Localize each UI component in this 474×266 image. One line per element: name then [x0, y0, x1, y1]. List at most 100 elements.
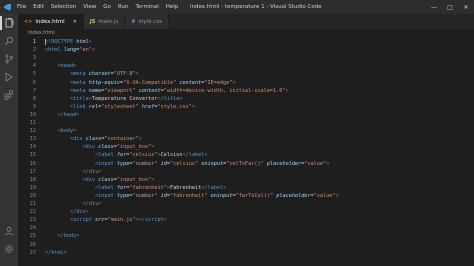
account-icon[interactable]	[4, 226, 14, 236]
code-line[interactable]: 6 <meta http-equiv="X-UA-Compatible" con…	[18, 79, 474, 87]
line-number: 15	[29, 152, 36, 159]
breadcrumb-file[interactable]: index.html	[28, 30, 55, 36]
menu-edit[interactable]: Edit	[33, 4, 44, 10]
line-number: 20	[29, 192, 36, 199]
code-line[interactable]: 5 <meta charset="UTF-8">	[18, 70, 474, 78]
code-line[interactable]: 13 <div class="container">	[18, 135, 474, 143]
menu-file[interactable]: File	[17, 4, 26, 10]
code-text: <script src="main.js"></script>	[45, 216, 167, 224]
code-text: </div>	[45, 168, 101, 176]
window-title: index.html - temperature 1 - Visual Stud…	[190, 4, 322, 10]
code-line[interactable]: 22 </div>	[18, 208, 474, 216]
menu-go[interactable]: Go	[103, 4, 111, 10]
code-token: >	[91, 47, 95, 54]
code-line[interactable]: 17 </div>	[18, 168, 474, 176]
search-icon[interactable]	[4, 36, 14, 46]
line-number: 4	[32, 63, 36, 70]
code-line[interactable]: 19 <label for="fahrenheit">Fahrenheit</l…	[18, 184, 474, 192]
code-token: body	[63, 233, 77, 240]
code-text: <div class="container">	[45, 135, 142, 143]
code-line[interactable]: 10 </head>	[18, 111, 474, 119]
close-icon[interactable]: ✕	[73, 19, 77, 25]
menu-run[interactable]: Run	[118, 4, 129, 10]
code-text: <link rel="stylesheet" href="style.css">	[45, 103, 195, 111]
breadcrumb[interactable]: index.html	[18, 29, 55, 37]
code-line[interactable]: 4 <head>	[18, 62, 474, 70]
code-token: Temperature Convertor	[91, 95, 158, 102]
minimize-button[interactable]: —	[426, 0, 442, 14]
code-token: >	[98, 201, 102, 207]
code-line[interactable]: 18 <div class="input_box">	[18, 176, 474, 184]
line-number: 10	[29, 111, 36, 118]
tab-index-html[interactable]: <> index.html ✕	[18, 14, 84, 29]
tab-style-css[interactable]: # style.css	[125, 14, 170, 29]
run-debug-icon[interactable]	[4, 72, 14, 82]
code-text: <head>	[45, 62, 77, 70]
code-token: "value"	[304, 160, 327, 167]
line-number: 16	[29, 160, 36, 167]
settings-icon[interactable]	[4, 244, 14, 254]
code-line[interactable]: 1 <!DOCTYPE html>	[18, 38, 474, 46]
code-line[interactable]: 2 <html lang="en">	[18, 46, 474, 54]
code-line[interactable]: 26	[18, 241, 474, 249]
code-line[interactable]: 7 <meta name="viewport" content="width=d…	[18, 87, 474, 95]
code-line[interactable]: 9 <link rel="stylesheet" href="style.css…	[18, 103, 474, 111]
code-text: <label for="celsius">Celsius</label>	[45, 151, 207, 159]
close-window-button[interactable]: ✕	[458, 0, 474, 14]
menu-terminal[interactable]: Terminal	[135, 4, 158, 10]
code-token: "main.js"	[107, 217, 136, 224]
code-editor[interactable]: 1 <!DOCTYPE html> 2 <html lang="en"> 3 4 <hea…	[18, 38, 474, 266]
menu-help[interactable]: Help	[166, 4, 179, 10]
code-token: "celsius"	[129, 152, 158, 159]
code-line[interactable]: 20 <input type="number" id="fahrenheit" …	[18, 192, 474, 200]
code-line[interactable]: 21 </div>	[18, 200, 474, 208]
code-token: >	[191, 103, 195, 110]
code-token: div	[76, 209, 86, 216]
code-token: "celToFar()"	[226, 160, 264, 167]
menu-view[interactable]: View	[83, 4, 96, 10]
code-token: for	[116, 152, 127, 159]
extensions-icon[interactable]	[4, 90, 14, 100]
line-number: 25	[29, 233, 36, 240]
html-file-icon: <>	[24, 18, 33, 25]
code-token: title	[73, 95, 89, 102]
code-line[interactable]: 12 <body>	[18, 127, 474, 135]
code-line[interactable]: 11	[18, 119, 474, 127]
code-line[interactable]: 24	[18, 224, 474, 232]
code-token: src	[95, 217, 105, 224]
source-control-icon[interactable]	[4, 54, 14, 64]
line-number: 24	[29, 225, 36, 232]
code-token: input	[98, 160, 114, 167]
js-file-icon: JS	[89, 18, 96, 25]
code-line[interactable]: 14 <div class="input_box">	[18, 143, 474, 151]
maximize-button[interactable]: □	[442, 0, 458, 14]
code-token: >	[163, 217, 167, 224]
code-token: Celsius	[160, 152, 183, 159]
code-token: class	[98, 176, 114, 183]
code-token: >	[73, 63, 77, 70]
menu-selection[interactable]: Selection	[51, 4, 76, 10]
code-token: >	[335, 192, 339, 199]
code-token: label	[207, 184, 224, 191]
code-token: "X-UA-Compatible"	[123, 79, 177, 86]
code-token: placeholder	[276, 192, 311, 199]
code-line[interactable]: 8 <title>Temperature Convertor</title>	[18, 95, 474, 103]
code-token: >	[179, 95, 183, 102]
code-line[interactable]: 27 </html>	[18, 249, 474, 257]
code-token: >	[223, 184, 227, 191]
code-line[interactable]: 15 <label for="celsius">Celsius</label>	[18, 151, 474, 159]
line-number: 23	[29, 217, 36, 224]
code-line[interactable]: 25 </body>	[18, 232, 474, 240]
code-token: placeholder	[266, 160, 302, 167]
code-text: <div class="input_box">	[45, 143, 154, 151]
code-line[interactable]: 16 <input type="number" id="celsius" oni…	[18, 160, 474, 168]
code-line[interactable]: 3	[18, 54, 474, 62]
code-line[interactable]: 23 <script src="main.js"></script>	[18, 216, 474, 224]
files-icon[interactable]	[0, 16, 14, 30]
tab-main-js[interactable]: JS main.js	[83, 14, 126, 29]
